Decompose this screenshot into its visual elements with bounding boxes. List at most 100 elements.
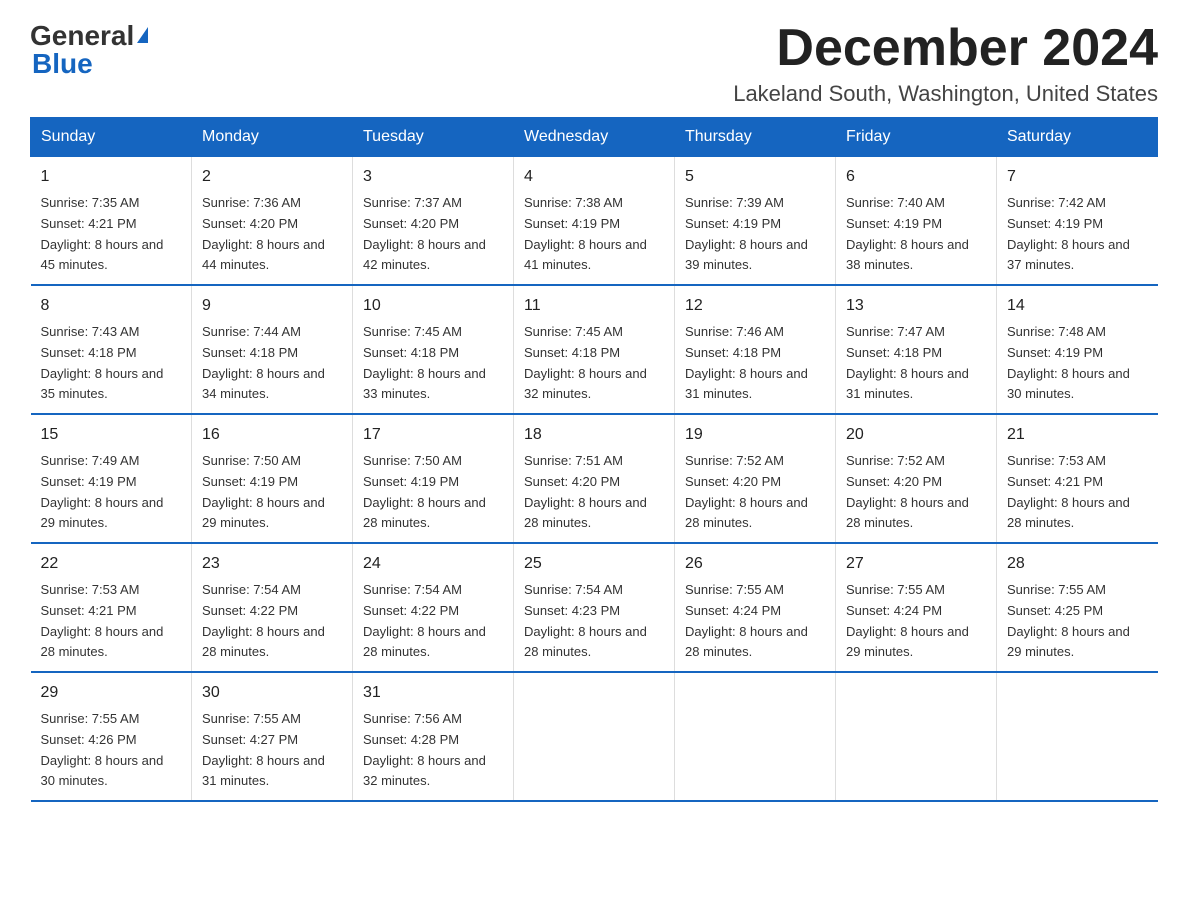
day-info: Sunrise: 7:55 AMSunset: 4:24 PMDaylight:… [846, 580, 986, 663]
day-number: 23 [202, 552, 342, 577]
calendar-week-row: 22Sunrise: 7:53 AMSunset: 4:21 PMDayligh… [31, 543, 1158, 672]
calendar-cell: 12 Sunrise: 7:46 AMSunset: 4:18 PMDayligh… [675, 285, 836, 414]
header-day-thursday: Thursday [675, 118, 836, 157]
day-number: 19 [685, 423, 825, 448]
calendar-cell: 19 Sunrise: 7:52 AMSunset: 4:20 PMDayligh… [675, 414, 836, 543]
day-info: Sunrise: 7:42 AMSunset: 4:19 PMDaylight:… [1007, 193, 1148, 276]
calendar-title-area: December 2024 Lakeland South, Washington… [733, 20, 1158, 107]
month-year-title: December 2024 [733, 20, 1158, 77]
calendar-cell [675, 672, 836, 801]
day-number: 30 [202, 681, 342, 706]
header-day-saturday: Saturday [997, 118, 1158, 157]
calendar-cell: 10 Sunrise: 7:45 AMSunset: 4:18 PMDayligh… [353, 285, 514, 414]
calendar-cell: 15Sunrise: 7:49 AMSunset: 4:19 PMDayligh… [31, 414, 192, 543]
day-info: Sunrise: 7:38 AMSunset: 4:19 PMDaylight:… [524, 193, 664, 276]
header-day-friday: Friday [836, 118, 997, 157]
header-day-tuesday: Tuesday [353, 118, 514, 157]
day-info: Sunrise: 7:44 AMSunset: 4:18 PMDaylight:… [202, 322, 342, 405]
day-info: Sunrise: 7:52 AMSunset: 4:20 PMDaylight:… [685, 451, 825, 534]
calendar-cell: 30 Sunrise: 7:55 AMSunset: 4:27 PMDayligh… [192, 672, 353, 801]
calendar-cell: 14Sunrise: 7:48 AMSunset: 4:19 PMDayligh… [997, 285, 1158, 414]
calendar-table: SundayMondayTuesdayWednesdayThursdayFrid… [30, 117, 1158, 802]
day-info: Sunrise: 7:49 AMSunset: 4:19 PMDaylight:… [41, 451, 182, 534]
calendar-cell: 27 Sunrise: 7:55 AMSunset: 4:24 PMDayligh… [836, 543, 997, 672]
calendar-week-row: 1 Sunrise: 7:35 AMSunset: 4:21 PMDaylight… [31, 157, 1158, 285]
day-info: Sunrise: 7:54 AMSunset: 4:22 PMDaylight:… [202, 580, 342, 663]
day-info: Sunrise: 7:37 AMSunset: 4:20 PMDaylight:… [363, 193, 503, 276]
header-day-sunday: Sunday [31, 118, 192, 157]
day-info: Sunrise: 7:45 AMSunset: 4:18 PMDaylight:… [524, 322, 664, 405]
day-info: Sunrise: 7:54 AMSunset: 4:22 PMDaylight:… [363, 580, 503, 663]
calendar-cell: 1 Sunrise: 7:35 AMSunset: 4:21 PMDaylight… [31, 157, 192, 285]
day-info: Sunrise: 7:55 AMSunset: 4:27 PMDaylight:… [202, 709, 342, 792]
calendar-cell: 6 Sunrise: 7:40 AMSunset: 4:19 PMDaylight… [836, 157, 997, 285]
day-number: 21 [1007, 423, 1148, 448]
calendar-cell: 31Sunrise: 7:56 AMSunset: 4:28 PMDayligh… [353, 672, 514, 801]
page-header: General Blue December 2024 Lakeland Sout… [30, 20, 1158, 107]
day-info: Sunrise: 7:51 AMSunset: 4:20 PMDaylight:… [524, 451, 664, 534]
day-number: 18 [524, 423, 664, 448]
day-number: 3 [363, 165, 503, 190]
header-day-monday: Monday [192, 118, 353, 157]
day-info: Sunrise: 7:47 AMSunset: 4:18 PMDaylight:… [846, 322, 986, 405]
calendar-cell: 26Sunrise: 7:55 AMSunset: 4:24 PMDayligh… [675, 543, 836, 672]
location-subtitle: Lakeland South, Washington, United State… [733, 81, 1158, 107]
day-info: Sunrise: 7:50 AMSunset: 4:19 PMDaylight:… [363, 451, 503, 534]
day-info: Sunrise: 7:50 AMSunset: 4:19 PMDaylight:… [202, 451, 342, 534]
day-number: 24 [363, 552, 503, 577]
logo: General Blue [30, 20, 148, 80]
calendar-cell: 29 Sunrise: 7:55 AMSunset: 4:26 PMDayligh… [31, 672, 192, 801]
day-number: 17 [363, 423, 503, 448]
calendar-cell: 16 Sunrise: 7:50 AMSunset: 4:19 PMDayligh… [192, 414, 353, 543]
logo-blue: Blue [32, 48, 93, 79]
calendar-cell: 3 Sunrise: 7:37 AMSunset: 4:20 PMDaylight… [353, 157, 514, 285]
day-info: Sunrise: 7:46 AMSunset: 4:18 PMDaylight:… [685, 322, 825, 405]
day-number: 8 [41, 294, 182, 319]
day-number: 12 [685, 294, 825, 319]
calendar-week-row: 15Sunrise: 7:49 AMSunset: 4:19 PMDayligh… [31, 414, 1158, 543]
calendar-cell [514, 672, 675, 801]
day-info: Sunrise: 7:36 AMSunset: 4:20 PMDaylight:… [202, 193, 342, 276]
calendar-cell: 22Sunrise: 7:53 AMSunset: 4:21 PMDayligh… [31, 543, 192, 672]
day-number: 11 [524, 294, 664, 319]
logo-triangle-icon [137, 27, 148, 43]
day-info: Sunrise: 7:43 AMSunset: 4:18 PMDaylight:… [41, 322, 182, 405]
calendar-cell: 5Sunrise: 7:39 AMSunset: 4:19 PMDaylight… [675, 157, 836, 285]
day-number: 27 [846, 552, 986, 577]
day-number: 29 [41, 681, 182, 706]
day-info: Sunrise: 7:48 AMSunset: 4:19 PMDaylight:… [1007, 322, 1148, 405]
day-number: 10 [363, 294, 503, 319]
day-number: 1 [41, 165, 182, 190]
day-info: Sunrise: 7:54 AMSunset: 4:23 PMDaylight:… [524, 580, 664, 663]
day-number: 2 [202, 165, 342, 190]
calendar-cell: 28Sunrise: 7:55 AMSunset: 4:25 PMDayligh… [997, 543, 1158, 672]
calendar-cell: 21Sunrise: 7:53 AMSunset: 4:21 PMDayligh… [997, 414, 1158, 543]
calendar-cell: 4 Sunrise: 7:38 AMSunset: 4:19 PMDaylight… [514, 157, 675, 285]
calendar-week-row: 8 Sunrise: 7:43 AMSunset: 4:18 PMDaylight… [31, 285, 1158, 414]
day-info: Sunrise: 7:40 AMSunset: 4:19 PMDaylight:… [846, 193, 986, 276]
calendar-cell: 23 Sunrise: 7:54 AMSunset: 4:22 PMDayligh… [192, 543, 353, 672]
day-info: Sunrise: 7:45 AMSunset: 4:18 PMDaylight:… [363, 322, 503, 405]
day-info: Sunrise: 7:35 AMSunset: 4:21 PMDaylight:… [41, 193, 182, 276]
calendar-cell [836, 672, 997, 801]
day-number: 31 [363, 681, 503, 706]
calendar-cell: 7Sunrise: 7:42 AMSunset: 4:19 PMDaylight… [997, 157, 1158, 285]
calendar-cell: 8 Sunrise: 7:43 AMSunset: 4:18 PMDaylight… [31, 285, 192, 414]
day-info: Sunrise: 7:39 AMSunset: 4:19 PMDaylight:… [685, 193, 825, 276]
day-number: 28 [1007, 552, 1148, 577]
day-number: 4 [524, 165, 664, 190]
day-info: Sunrise: 7:55 AMSunset: 4:26 PMDaylight:… [41, 709, 182, 792]
day-number: 25 [524, 552, 664, 577]
calendar-cell: 20Sunrise: 7:52 AMSunset: 4:20 PMDayligh… [836, 414, 997, 543]
calendar-cell: 24 Sunrise: 7:54 AMSunset: 4:22 PMDayligh… [353, 543, 514, 672]
calendar-cell [997, 672, 1158, 801]
day-info: Sunrise: 7:55 AMSunset: 4:24 PMDaylight:… [685, 580, 825, 663]
calendar-cell: 9 Sunrise: 7:44 AMSunset: 4:18 PMDaylight… [192, 285, 353, 414]
day-number: 16 [202, 423, 342, 448]
calendar-cell: 2 Sunrise: 7:36 AMSunset: 4:20 PMDaylight… [192, 157, 353, 285]
day-number: 6 [846, 165, 986, 190]
day-number: 9 [202, 294, 342, 319]
calendar-cell: 13Sunrise: 7:47 AMSunset: 4:18 PMDayligh… [836, 285, 997, 414]
calendar-header-row: SundayMondayTuesdayWednesdayThursdayFrid… [31, 118, 1158, 157]
calendar-week-row: 29 Sunrise: 7:55 AMSunset: 4:26 PMDayligh… [31, 672, 1158, 801]
